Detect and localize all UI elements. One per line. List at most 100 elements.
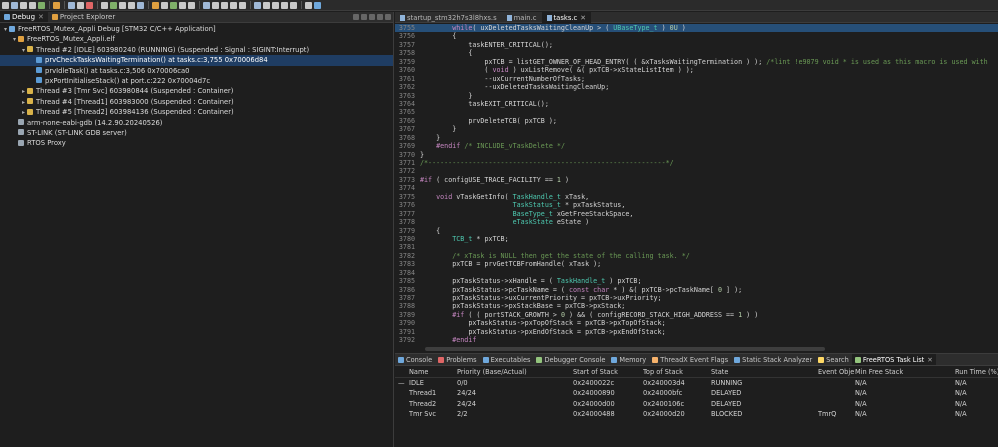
code-line[interactable]: 3759 pxTCB = listGET_OWNER_OF_HEAD_ENTRY… bbox=[395, 58, 998, 66]
column-header[interactable]: Event Obje bbox=[818, 367, 854, 378]
code-line[interactable]: 3775 void vTaskGetInfo( TaskHandle_t xTa… bbox=[395, 193, 998, 201]
perspective-icon[interactable] bbox=[254, 1, 261, 9]
save-icon[interactable] bbox=[20, 1, 27, 9]
tab-executables[interactable]: Executables bbox=[480, 354, 534, 365]
code-line[interactable]: 3786 pxTaskStatus->pcTaskName = ( const … bbox=[395, 286, 998, 294]
code-line[interactable]: 3764 taskEXIT_CRITICAL(); bbox=[395, 100, 998, 108]
horizontal-scrollbar[interactable] bbox=[425, 347, 825, 351]
code-line[interactable]: 3777 BaseType_t xGetFreeStackSpace, bbox=[395, 210, 998, 218]
task-icon[interactable] bbox=[212, 1, 219, 9]
print-icon[interactable] bbox=[68, 1, 75, 9]
code-line[interactable]: 3776 TaskStatus_t * pxTaskStatus, bbox=[395, 201, 998, 209]
code-line[interactable]: 3791 pxTaskStatus->pxEndOfStack = pxTCB-… bbox=[395, 328, 998, 336]
code-line[interactable]: 3784 bbox=[395, 269, 998, 277]
code-line[interactable]: 3766 prvDeleteTCB( pxTCB ); bbox=[395, 117, 998, 125]
layout-icon[interactable] bbox=[290, 1, 297, 9]
cut-icon[interactable] bbox=[77, 1, 84, 9]
code-line[interactable]: 3758 { bbox=[395, 49, 998, 57]
code-line[interactable]: 3767 } bbox=[395, 125, 998, 133]
code-line[interactable]: 3757 taskENTER_CRITICAL(); bbox=[395, 41, 998, 49]
debug-run-icon[interactable] bbox=[38, 1, 45, 9]
step-return-icon[interactable] bbox=[161, 1, 168, 9]
maximize-icon[interactable] bbox=[385, 14, 391, 20]
code-line[interactable]: 3765 bbox=[395, 108, 998, 116]
suspend-icon[interactable] bbox=[119, 1, 126, 9]
code-line[interactable]: 3773 #if ( configUSE_TRACE_FACILITY == 1 … bbox=[395, 176, 998, 184]
tab-memory[interactable]: Memory bbox=[608, 354, 649, 365]
tree-item[interactable]: ▸ Thread #3 [Tmr Svc] 603980844 (Suspende… bbox=[0, 86, 393, 96]
table-row[interactable]: — IDLE 0/0 0x2400022c 0x240003d4 RUNNING N/A N/… bbox=[395, 378, 998, 389]
close-icon[interactable]: ✕ bbox=[38, 13, 44, 21]
collapse-all-icon[interactable] bbox=[353, 14, 359, 20]
table-row[interactable]: Thread1 24/24 0x24000890 0x24000bfc DELAYED N… bbox=[395, 388, 998, 399]
code-line[interactable]: 3783 pxTCB = prvGetTCBFromHandle( xTask … bbox=[395, 260, 998, 268]
open-icon[interactable] bbox=[11, 1, 18, 9]
column-header[interactable]: Run Time (%) bbox=[955, 367, 998, 378]
tab-threadx-event-flags[interactable]: ThreadX Event Flags bbox=[649, 354, 731, 365]
save-all-icon[interactable] bbox=[29, 1, 36, 9]
tree-item[interactable]: ▾ FreeRTOS_Mutex_Appli Debug [STM32 C/C++… bbox=[0, 24, 393, 34]
forward-icon[interactable] bbox=[188, 1, 195, 9]
table-row[interactable]: Tmr Svc 2/2 0x24000488 0x24000d20 BLOCKED Tmr… bbox=[395, 409, 998, 420]
tree-item[interactable]: RTOS Proxy bbox=[0, 138, 393, 148]
column-header[interactable]: Name bbox=[409, 367, 428, 378]
code-line[interactable]: 3790 pxTaskStatus->pxTopOfStack = pxTCB-… bbox=[395, 319, 998, 327]
stop-icon[interactable] bbox=[86, 1, 93, 9]
code-line[interactable]: 3779 { bbox=[395, 227, 998, 235]
tree-item[interactable]: prvIdleTask() at tasks.c:3,506 0x70006ca… bbox=[0, 66, 393, 76]
build-icon[interactable] bbox=[53, 1, 60, 9]
code-line[interactable]: 3772 bbox=[395, 167, 998, 175]
code-area[interactable]: 3755 while( uxDeletedTasksWaitingCleanUp… bbox=[395, 24, 998, 352]
new-icon[interactable] bbox=[2, 1, 9, 9]
view-menu-icon[interactable] bbox=[369, 14, 375, 20]
tree-item[interactable]: ▸ Thread #4 [Thread1] 603983000 (Suspende… bbox=[0, 97, 393, 107]
code-line[interactable]: 3787 pxTaskStatus->uxCurrentPriority = p… bbox=[395, 294, 998, 302]
run-icon[interactable] bbox=[170, 1, 177, 9]
tree-item[interactable]: ST-LINK (ST-LINK GDB server) bbox=[0, 128, 393, 138]
search-icon[interactable] bbox=[203, 1, 210, 9]
column-header[interactable]: Top of Stack bbox=[643, 367, 683, 378]
tree-item[interactable]: arm-none-eabi-gdb (14.2.90.20240526) bbox=[0, 118, 393, 128]
tab-project-explorer[interactable]: Project Explorer bbox=[48, 12, 119, 22]
column-header[interactable]: Start of Stack bbox=[573, 367, 618, 378]
code-line[interactable]: 3774 bbox=[395, 184, 998, 192]
code-line[interactable]: 3762 --uxDeletedTasksWaitingCleanUp; bbox=[395, 83, 998, 91]
step-into-icon[interactable] bbox=[137, 1, 144, 9]
code-line[interactable]: 3781 bbox=[395, 243, 998, 251]
link-icon[interactable] bbox=[239, 1, 246, 9]
code-line[interactable]: 3756 { bbox=[395, 32, 998, 40]
history-icon[interactable] bbox=[221, 1, 228, 9]
tree-item[interactable]: ▾ Thread #2 [IDLE] 603980240 (RUNNING) (S… bbox=[0, 45, 393, 55]
editor-tab-main[interactable]: main.c bbox=[502, 12, 542, 23]
tree-item[interactable]: pxPortInitialiseStack() at port.c:222 0x… bbox=[0, 76, 393, 86]
code-line[interactable]: 3771 /*----------------------------------… bbox=[395, 159, 998, 167]
window-icon[interactable] bbox=[305, 1, 312, 9]
terminate-icon[interactable] bbox=[128, 1, 135, 9]
column-header[interactable]: Min Free Stack bbox=[855, 367, 903, 378]
disconnect-icon[interactable] bbox=[101, 1, 108, 9]
tab-search[interactable]: Search bbox=[815, 354, 852, 365]
code-line[interactable]: 3760 ( void ) uxListRemove( &( pxTCB->xS… bbox=[395, 66, 998, 74]
nav-icon[interactable] bbox=[230, 1, 237, 9]
code-line[interactable]: 3789 #if ( ( portSTACK_GROWTH > 0 ) && (… bbox=[395, 311, 998, 319]
code-line[interactable]: 3763 } bbox=[395, 92, 998, 100]
close-icon[interactable]: ✕ bbox=[927, 356, 933, 364]
step-over-icon[interactable] bbox=[152, 1, 159, 9]
tree-item[interactable]: prvCheckTasksWaitingTermination() at tas… bbox=[0, 55, 393, 66]
table-row[interactable]: Thread2 24/24 0x24000d00 0x2400106c DELAYED N… bbox=[395, 399, 998, 410]
tab-debugger-console[interactable]: Debugger Console bbox=[533, 354, 608, 365]
code-line[interactable]: 3769 #endif /* INCLUDE_vTaskDelete */ bbox=[395, 142, 998, 150]
tab-console[interactable]: Console bbox=[395, 354, 435, 365]
code-line[interactable]: 3788 pxTaskStatus->pxStackBase = pxTCB->… bbox=[395, 302, 998, 310]
code-line[interactable]: 3761 --uxCurrentNumberOfTasks; bbox=[395, 75, 998, 83]
column-header[interactable]: Priority (Base/Actual) bbox=[457, 367, 527, 378]
edit-icon[interactable] bbox=[272, 1, 279, 9]
editor-tab-startup[interactable]: startup_stm32h7s3l8hxs.s bbox=[395, 12, 502, 23]
tree-item[interactable]: ▾ FreeRTOS_Mutex_Appli.elf bbox=[0, 34, 393, 44]
tab-static-stack-analyzer[interactable]: Static Stack Analyzer bbox=[731, 354, 815, 365]
code-line[interactable]: 3778 eTaskState eState ) bbox=[395, 218, 998, 226]
close-icon[interactable]: ✕ bbox=[580, 14, 586, 22]
code-line[interactable]: 3768 } bbox=[395, 134, 998, 142]
outline-icon[interactable] bbox=[263, 1, 270, 9]
code-line[interactable]: 3782 /* xTask is NULL then get the state… bbox=[395, 252, 998, 260]
